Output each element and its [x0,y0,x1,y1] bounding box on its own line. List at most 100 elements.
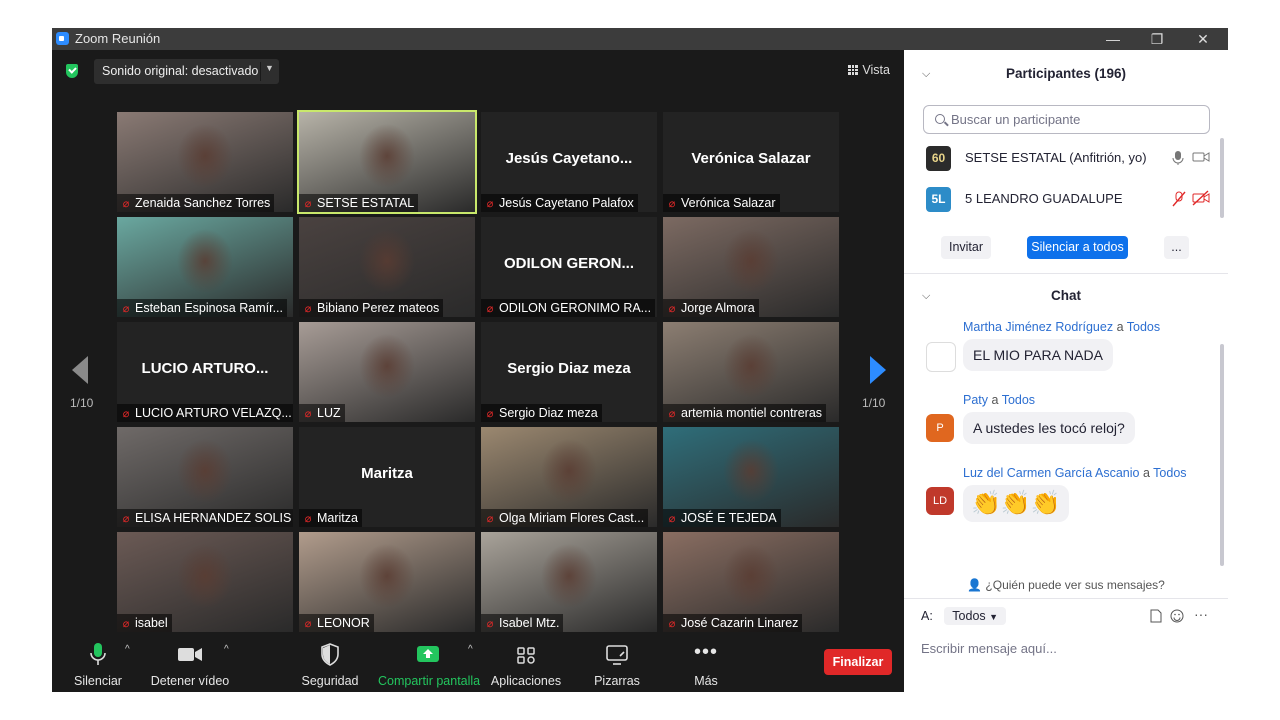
participant-row[interactable]: 5L 5 LEANDRO GUADALUPE [926,185,1216,215]
participant-video-tile[interactable]: Sergio Diaz meza ⌀ Sergio Diaz meza [481,322,657,422]
participant-video-tile[interactable]: Maritza ⌀ Maritza [299,427,475,527]
share-options-chevron-icon[interactable]: ^ [468,644,473,655]
participant-name-tag: ⌀ Jorge Almora [663,299,759,317]
avatar: P [926,414,954,442]
security-shield-icon[interactable] [66,64,78,78]
end-meeting-button[interactable]: Finalizar [824,649,892,675]
participant-name: isabel [135,616,168,630]
video-options-chevron-icon[interactable]: ^ [224,644,229,655]
participant-video-tile[interactable]: ⌀ ELISA HERNANDEZ SOLIS [117,427,293,527]
participant-video-tile[interactable]: ⌀ LUZ [299,322,475,422]
participant-name: Esteban Espinosa Ramír... [135,301,283,315]
stop-video-button[interactable]: Detener vídeo [148,642,232,688]
view-button[interactable]: Vista [848,63,890,77]
muted-microphone-icon[interactable] [1172,191,1186,207]
participant-name-tag: ⌀ Maritza [299,509,362,527]
participant-name: LUZ [317,406,341,420]
participant-row[interactable]: 60 SETSE ESTATAL (Anfitrión, yo) [926,144,1216,174]
participant-name: Olga Miriam Flores Cast... [499,511,645,525]
chat-message-input[interactable]: Escribir mensaje aquí... [921,641,1057,656]
who-can-see-messages[interactable]: 👤 ¿Quién puede ver sus mensajes? [904,578,1228,592]
apps-icon [490,642,562,668]
muted-microphone-icon: ⌀ [304,303,312,315]
participant-video-tile[interactable]: ⌀ Esteban Espinosa Ramír... [117,217,293,317]
emoji-icon[interactable] [1170,609,1184,623]
page-indicator-right: 1/10 [862,396,886,410]
participants-scrollbar[interactable] [1220,138,1224,218]
audio-options-chevron-icon[interactable]: ^ [125,644,130,655]
recipient-row: A: Todos ▼ [921,607,1007,625]
minimize-button[interactable]: — [1090,28,1136,50]
file-icon[interactable] [1150,609,1162,623]
chat-scrollbar[interactable] [1220,344,1224,566]
share-screen-icon [378,642,478,668]
participant-display-name: Verónica Salazar [691,150,811,167]
video-camera-icon[interactable] [1192,151,1210,163]
participant-video-tile[interactable]: LUCIO ARTURO... ⌀ LUCIO ARTURO VELAZQ... [117,322,293,422]
divider [904,598,1228,599]
search-placeholder: Buscar un participante [951,112,1081,127]
whiteboards-button[interactable]: Pizarras [588,642,646,688]
participant-video-tile[interactable]: ⌀ Isabel Mtz. [481,532,657,632]
whiteboards-label: Pizarras [594,674,640,688]
participant-video-tile[interactable]: ⌀ SETSE ESTATAL [297,110,477,214]
video-camera-icon [148,642,232,668]
whiteboard-icon [588,642,646,668]
participant-display-name: Jesús Cayetano... [505,150,633,167]
prev-page-arrow-icon[interactable] [72,356,88,384]
restore-button[interactable]: ❐ [1134,28,1180,50]
close-button[interactable]: ✕ [1180,28,1226,50]
participant-video-tile[interactable]: Verónica Salazar ⌀ Verónica Salazar [663,112,839,212]
participant-video-tile[interactable]: ⌀ LEONOR [299,532,475,632]
participant-name-tag: ⌀ SETSE ESTATAL [299,194,419,212]
video-off-icon[interactable] [1192,190,1210,206]
participant-name-tag: ⌀ isabel [117,614,172,632]
participant-video-tile[interactable]: Jesús Cayetano... ⌀ Jesús Cayetano Palafox [481,112,657,212]
mute-all-button[interactable]: Silenciar a todos [1027,236,1128,259]
microphone-icon[interactable] [1172,150,1184,166]
participant-video-tile[interactable]: ⌀ José Cazarin Linarez [663,532,839,632]
participant-name: ODILON GERONIMO RA... [499,301,652,315]
participant-video-tile[interactable]: ⌀ JOSÉ E TEJEDA [663,427,839,527]
avatar: 5L [926,187,951,212]
participants-more-button[interactable]: ... [1164,236,1189,259]
apps-button[interactable]: Aplicaciones [490,642,562,688]
microphone-icon [68,642,128,668]
more-button[interactable]: ••• Más [682,642,730,688]
participant-video-tile[interactable]: ⌀ Bibiano Perez mateos [299,217,475,317]
original-sound-dropdown[interactable]: Sonido original: desactivado ▼ [94,59,279,84]
recipient-dropdown[interactable]: Todos ▼ [944,607,1007,625]
participant-name: LEONOR [317,616,370,630]
participant-name: Jesús Cayetano Palafox [499,196,634,210]
participant-search-input[interactable]: Buscar un participante [923,105,1210,134]
participant-video-tile[interactable]: ODILON GERON... ⌀ ODILON GERONIMO RA... [481,217,657,317]
invite-button[interactable]: Invitar [941,236,991,259]
participant-video-tile[interactable]: ⌀ Olga Miriam Flores Cast... [481,427,657,527]
chevron-down-icon[interactable]: ▼ [265,63,274,73]
who-can-see-label: ¿Quién puede ver sus mensajes? [985,578,1165,592]
muted-microphone-icon: ⌀ [122,513,130,525]
participant-video-tile[interactable]: ⌀ artemia montiel contreras [663,322,839,422]
muted-microphone-icon: ⌀ [486,618,494,630]
participant-name-tag: ⌀ ELISA HERNANDEZ SOLIS [117,509,293,527]
participant-name-tag: ⌀ JOSÉ E TEJEDA [663,509,781,527]
participant-name: JOSÉ E TEJEDA [681,511,777,525]
sender-name[interactable]: Martha Jiménez Rodríguez [963,320,1113,334]
participant-video-tile[interactable]: ⌀ Jorge Almora [663,217,839,317]
sender-name[interactable]: Paty [963,393,988,407]
participant-name: Bibiano Perez mateos [317,301,440,315]
participant-video-tile[interactable]: ⌀ isabel [117,532,293,632]
participant-name: José Cazarin Linarez [681,616,799,630]
sender-name[interactable]: Luz del Carmen García Ascanio [963,466,1139,480]
chat-message-bubble: EL MIO PARA NADA [963,339,1113,371]
muted-microphone-icon: ⌀ [304,408,312,420]
recipient-name: Todos [1001,393,1036,407]
next-page-arrow-icon[interactable] [870,356,886,384]
share-screen-button[interactable]: Compartir pantalla [378,642,481,688]
mute-button[interactable]: Silenciar [68,642,128,688]
share-screen-label: Compartir pantalla [378,674,481,688]
more-options-icon[interactable]: ··· [1194,606,1208,622]
participant-video-tile[interactable]: ⌀ Zenaida Sanchez Torres [117,112,293,212]
stop-video-label: Detener vídeo [150,674,230,688]
security-button[interactable]: Seguridad [300,642,360,688]
